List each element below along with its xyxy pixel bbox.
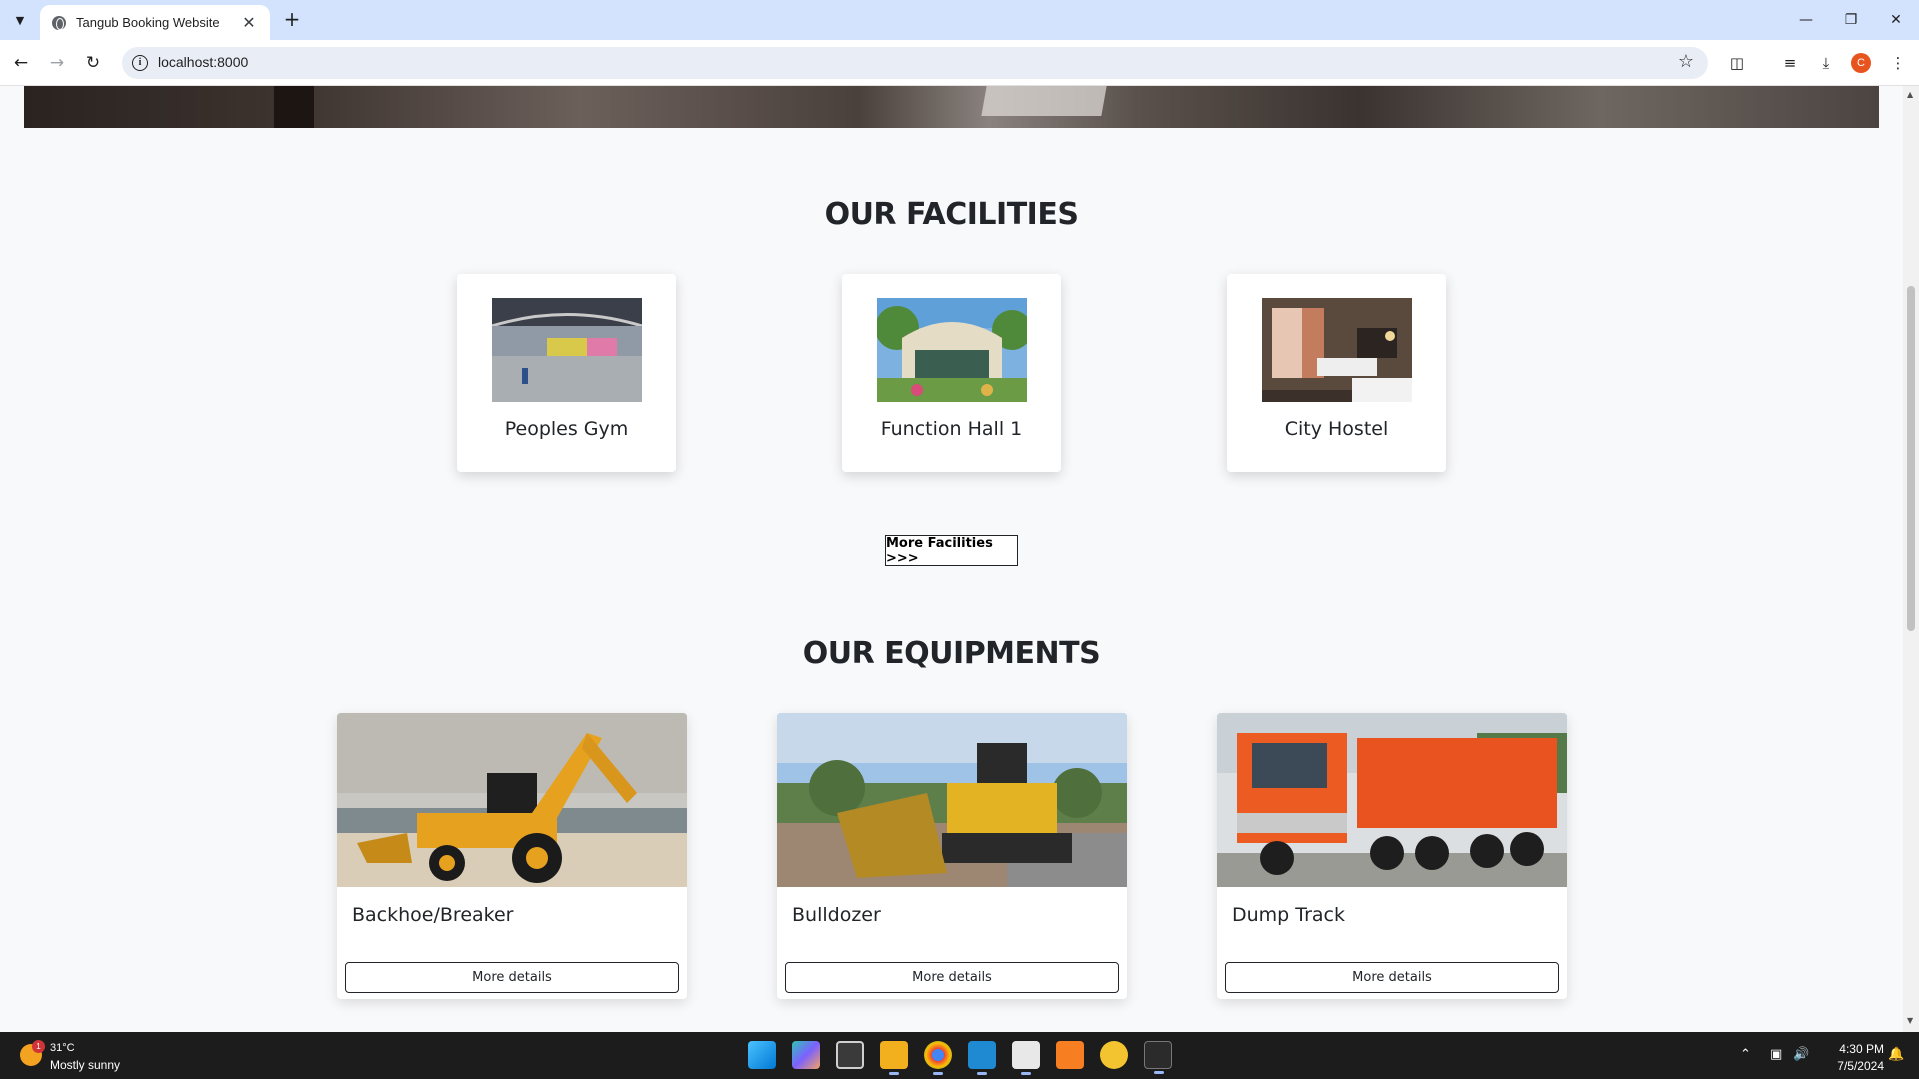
page-viewport: OUR FACILITIES Peoples Gym Function Hall… — [0, 86, 1903, 1032]
forward-arrow-icon[interactable]: → — [44, 50, 70, 76]
facility-name: Peoples Gym — [504, 418, 629, 440]
windows-taskbar: 1 31°C Mostly sunny ⌃ ▣ 🔊 4:30 PM 7/5/20… — [0, 1032, 1919, 1079]
scroll-down-arrow-icon[interactable]: ▼ — [1907, 1016, 1913, 1025]
equipment-image-bulldozer — [777, 713, 1127, 887]
more-menu-icon[interactable]: ⋮ — [1887, 52, 1909, 74]
close-tab-icon[interactable]: ✕ — [240, 13, 258, 32]
bookmark-star-icon[interactable]: ☆ — [1678, 51, 1694, 72]
network-icon[interactable]: ▣ — [1770, 1047, 1782, 1062]
close-window-icon[interactable]: ✕ — [1881, 8, 1911, 32]
browser-toolbar: ← → ↻ i localhost:8000 ☆ ◫ ≡ ⤓ C ⋮ — [0, 40, 1919, 86]
app-icon[interactable] — [1100, 1041, 1128, 1069]
equipment-name: Bulldozer — [792, 904, 881, 926]
restore-icon[interactable]: ❐ — [1836, 8, 1866, 32]
start-windows-icon[interactable] — [748, 1041, 776, 1069]
equipment-card: Bulldozer More details — [777, 713, 1127, 999]
equipments-heading: OUR EQUIPMENTS — [802, 636, 1101, 671]
scroll-up-arrow-icon[interactable]: ▲ — [1907, 90, 1913, 99]
facility-image-gym — [492, 298, 642, 402]
more-details-button[interactable]: More details — [1225, 962, 1559, 993]
page-scrollbar[interactable]: ▲ ▼ — [1903, 86, 1919, 1032]
equipment-image-backhoe — [337, 713, 687, 887]
facility-card[interactable]: Peoples Gym — [457, 274, 676, 472]
facility-card[interactable]: Function Hall 1 — [842, 274, 1061, 472]
scrollbar-thumb[interactable] — [1907, 286, 1915, 631]
weather-description[interactable]: Mostly sunny — [50, 1058, 120, 1072]
more-facilities-button[interactable]: More Facilities >>> — [885, 535, 1018, 566]
download-icon[interactable]: ⤓ — [1815, 52, 1837, 74]
equipment-image-dump-truck — [1217, 713, 1567, 887]
extensions-puzzle-icon[interactable]: ◫ — [1726, 52, 1748, 74]
clock-date[interactable]: 7/5/2024 — [1826, 1059, 1884, 1073]
task-view-icon[interactable] — [836, 1041, 864, 1069]
notification-bell-icon[interactable]: 🔔 — [1888, 1047, 1904, 1062]
equipment-name: Dump Track — [1232, 904, 1345, 926]
weather-temperature[interactable]: 31°C — [50, 1042, 75, 1054]
facility-image-hall — [877, 298, 1027, 402]
equipment-name: Backhoe/Breaker — [352, 904, 514, 926]
tab-search-chevron-icon[interactable]: ▼ — [8, 9, 32, 31]
equipment-card: Backhoe/Breaker More details — [337, 713, 687, 999]
browser-tab[interactable]: Tangub Booking Website ✕ — [40, 5, 270, 40]
snipping-tool-icon[interactable] — [1012, 1041, 1040, 1075]
facility-image-hostel — [1262, 298, 1412, 402]
xampp-icon[interactable] — [1056, 1041, 1084, 1069]
address-bar[interactable]: i localhost:8000 ☆ — [122, 47, 1708, 79]
more-details-button[interactable]: More details — [345, 962, 679, 993]
hero-image — [24, 86, 1879, 128]
facility-name: Function Hall 1 — [880, 418, 1023, 440]
facilities-heading: OUR FACILITIES — [824, 197, 1079, 232]
weather-notification-badge: 1 — [32, 1040, 45, 1053]
profile-avatar[interactable]: C — [1851, 53, 1871, 73]
more-details-button[interactable]: More details — [785, 962, 1119, 993]
terminal-icon[interactable] — [1144, 1041, 1172, 1074]
minimize-icon[interactable]: — — [1791, 8, 1821, 32]
tray-overflow-chevron-icon[interactable]: ⌃ — [1740, 1047, 1751, 1062]
browser-tab-bar: ▼ Tangub Booking Website ✕ + — ❐ ✕ — [0, 0, 1919, 40]
url-text[interactable]: localhost:8000 — [158, 54, 248, 70]
site-info-icon[interactable]: i — [132, 55, 148, 71]
copilot-icon[interactable] — [792, 1041, 820, 1069]
media-queue-icon[interactable]: ≡ — [1779, 52, 1801, 74]
globe-icon — [52, 15, 66, 30]
reload-icon[interactable]: ↻ — [80, 50, 106, 76]
chrome-icon[interactable] — [924, 1041, 952, 1075]
tab-title: Tangub Booking Website — [76, 15, 220, 30]
clock-time[interactable]: 4:30 PM — [1826, 1042, 1884, 1056]
equipment-card: Dump Track More details — [1217, 713, 1567, 999]
file-explorer-icon[interactable] — [880, 1041, 908, 1075]
facility-card[interactable]: City Hostel — [1227, 274, 1446, 472]
volume-icon[interactable]: 🔊 — [1793, 1047, 1809, 1062]
facility-name: City Hostel — [1284, 418, 1389, 440]
back-arrow-icon[interactable]: ← — [8, 50, 34, 76]
new-tab-plus-icon[interactable]: + — [280, 8, 304, 32]
vscode-icon[interactable] — [968, 1041, 996, 1075]
